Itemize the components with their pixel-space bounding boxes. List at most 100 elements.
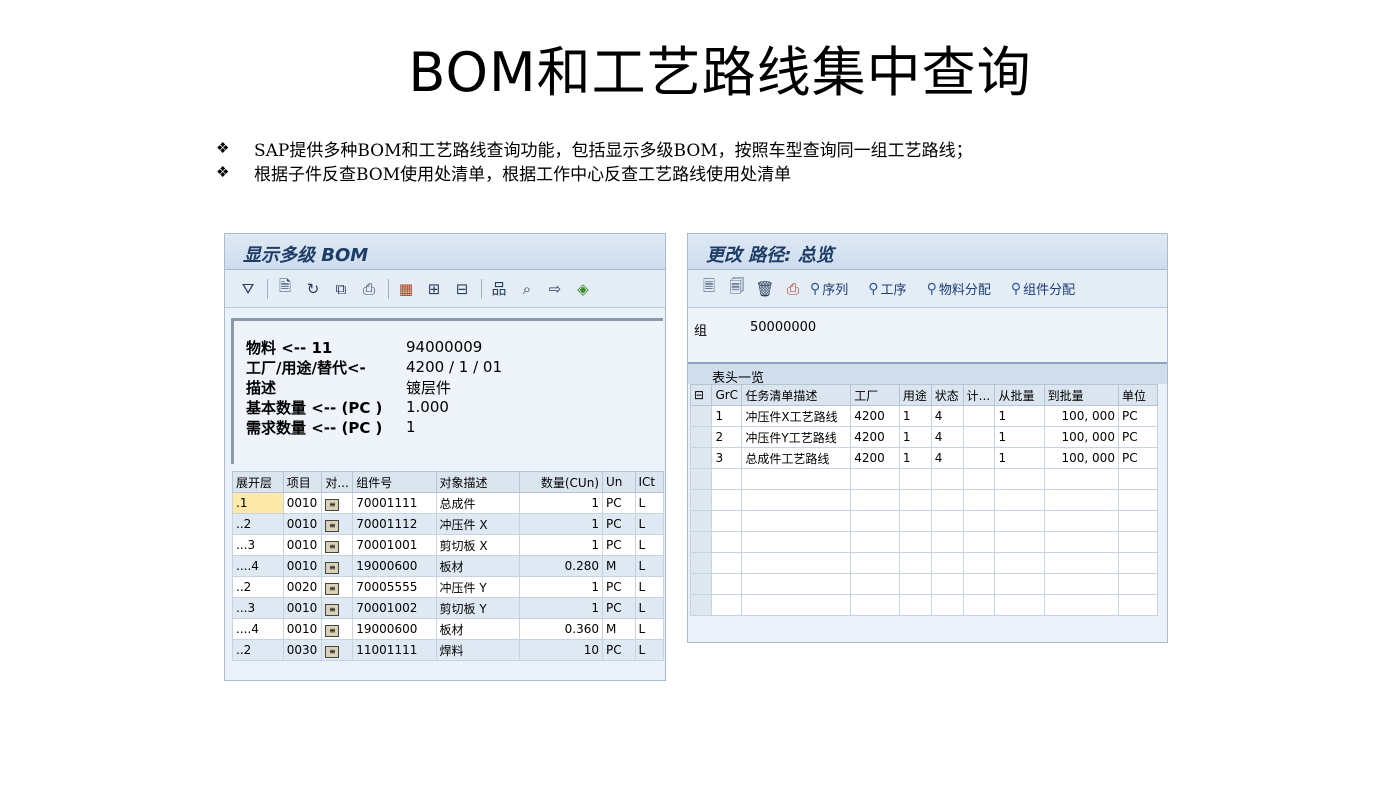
planner-cell[interactable] bbox=[962, 405, 996, 427]
empty-cell[interactable] bbox=[962, 510, 996, 532]
empty-cell[interactable] bbox=[741, 468, 852, 490]
row-selector[interactable] bbox=[689, 426, 713, 448]
empty-cell[interactable] bbox=[962, 594, 996, 616]
empty-cell[interactable] bbox=[994, 552, 1045, 574]
item-category-cell[interactable]: L bbox=[634, 639, 664, 661]
empty-cell[interactable] bbox=[711, 573, 743, 595]
component-cell[interactable]: 70001112 bbox=[352, 513, 437, 535]
component-cell[interactable]: 19000600 bbox=[352, 555, 437, 577]
empty-cell[interactable] bbox=[1117, 573, 1159, 595]
empty-cell[interactable] bbox=[711, 552, 743, 574]
item-category-cell[interactable]: L bbox=[634, 555, 664, 577]
empty-cell[interactable] bbox=[741, 489, 852, 511]
grid-remove-icon[interactable]: ⊟ bbox=[451, 278, 473, 300]
empty-cell[interactable] bbox=[711, 468, 743, 490]
hierarchy-icon[interactable]: 品 bbox=[488, 278, 510, 300]
quantity-cell[interactable]: 1 bbox=[518, 534, 604, 556]
unit-cell[interactable]: PC bbox=[602, 492, 636, 514]
table-row[interactable]: ..2 0030 ≡ 11001111 焊料 10 PC L bbox=[232, 639, 664, 661]
empty-cell[interactable] bbox=[850, 468, 900, 490]
status-cell[interactable]: 4 bbox=[930, 447, 964, 469]
object-type-cell[interactable]: ≡ bbox=[321, 534, 354, 556]
description-cell[interactable]: 总成件 bbox=[435, 492, 520, 514]
item-cell[interactable]: 0010 bbox=[282, 534, 323, 556]
column-header[interactable]: 项目 bbox=[282, 471, 323, 493]
column-header[interactable]: 从批量 bbox=[994, 384, 1045, 406]
row-selector[interactable] bbox=[689, 510, 713, 532]
level-cell[interactable]: ....4 bbox=[232, 618, 284, 640]
copy-icon[interactable]: ⧉ bbox=[330, 278, 352, 300]
sequence-button[interactable]: ⚲ 序列 bbox=[810, 279, 848, 299]
level-cell[interactable]: ..2 bbox=[232, 513, 284, 535]
empty-table-row[interactable] bbox=[689, 510, 1159, 532]
empty-cell[interactable] bbox=[1043, 594, 1119, 616]
empty-cell[interactable] bbox=[1043, 573, 1119, 595]
empty-cell[interactable] bbox=[850, 531, 900, 553]
column-header[interactable]: 单位 bbox=[1117, 384, 1159, 406]
empty-cell[interactable] bbox=[1043, 531, 1119, 553]
column-header[interactable]: Un bbox=[602, 471, 636, 493]
unit-cell[interactable]: PC bbox=[602, 513, 636, 535]
status-cell[interactable]: 4 bbox=[930, 426, 964, 448]
quantity-cell[interactable]: 1 bbox=[518, 492, 604, 514]
column-header[interactable]: 组件号 bbox=[352, 471, 437, 493]
item-cell[interactable]: 0010 bbox=[282, 597, 323, 619]
level-cell[interactable]: ...3 bbox=[232, 534, 284, 556]
unit-cell[interactable]: M bbox=[602, 618, 636, 640]
print-icon[interactable]: ⎙ bbox=[358, 278, 380, 300]
task-description-cell[interactable]: 冲压件X工艺路线 bbox=[741, 405, 852, 427]
empty-cell[interactable] bbox=[850, 552, 900, 574]
task-description-cell[interactable]: 冲压件Y工艺路线 bbox=[741, 426, 852, 448]
empty-cell[interactable] bbox=[962, 489, 996, 511]
unit-cell[interactable]: PC bbox=[602, 597, 636, 619]
export-icon[interactable]: ⇨ bbox=[544, 278, 566, 300]
unit-cell[interactable]: M bbox=[602, 555, 636, 577]
item-category-cell[interactable]: L bbox=[634, 618, 664, 640]
empty-cell[interactable] bbox=[898, 510, 932, 532]
empty-cell[interactable] bbox=[741, 531, 852, 553]
empty-cell[interactable] bbox=[930, 573, 964, 595]
quantity-cell[interactable]: 1 bbox=[518, 576, 604, 598]
row-selector[interactable] bbox=[689, 405, 713, 427]
unit-cell[interactable]: PC bbox=[602, 639, 636, 661]
column-header[interactable]: 展开层 bbox=[232, 471, 284, 493]
empty-cell[interactable] bbox=[994, 531, 1045, 553]
empty-table-row[interactable] bbox=[689, 594, 1159, 616]
level-cell[interactable]: ..2 bbox=[232, 639, 284, 661]
group-counter-cell[interactable]: 1 bbox=[711, 405, 743, 427]
diamond-icon[interactable]: ◈ bbox=[572, 278, 594, 300]
item-cell[interactable]: 0010 bbox=[282, 492, 323, 514]
table-row[interactable]: ....4 0010 ≡ 19000600 板材 0.280 M L bbox=[232, 555, 664, 577]
object-type-cell[interactable]: ≡ bbox=[321, 555, 354, 577]
table-row[interactable]: ...3 0010 ≡ 70001001 剪切板 X 1 PC L bbox=[232, 534, 664, 556]
empty-cell[interactable] bbox=[711, 531, 743, 553]
empty-cell[interactable] bbox=[930, 510, 964, 532]
level-cell[interactable]: ..2 bbox=[232, 576, 284, 598]
empty-cell[interactable] bbox=[898, 573, 932, 595]
filter-icon[interactable]: ⛛ bbox=[237, 278, 259, 300]
object-type-cell[interactable]: ≡ bbox=[321, 513, 354, 535]
item-category-cell[interactable]: L bbox=[634, 492, 664, 514]
empty-cell[interactable] bbox=[930, 594, 964, 616]
empty-cell[interactable] bbox=[741, 594, 852, 616]
component-assignment-button[interactable]: ⚲ 组件分配 bbox=[1011, 279, 1075, 299]
empty-cell[interactable] bbox=[1117, 594, 1159, 616]
empty-cell[interactable] bbox=[930, 468, 964, 490]
table-row[interactable]: 2 冲压件Y工艺路线 4200 1 4 1 100, 000 PC bbox=[689, 426, 1159, 448]
empty-cell[interactable] bbox=[711, 489, 743, 511]
select-all-icon[interactable]: ⊟ bbox=[689, 384, 713, 406]
component-cell[interactable]: 19000600 bbox=[352, 618, 437, 640]
item-category-cell[interactable]: L bbox=[634, 597, 664, 619]
row-selector[interactable] bbox=[689, 573, 713, 595]
quantity-cell[interactable]: 1 bbox=[518, 597, 604, 619]
object-type-cell[interactable]: ≡ bbox=[321, 576, 354, 598]
grid-icon[interactable]: ▦ bbox=[395, 278, 417, 300]
empty-cell[interactable] bbox=[1043, 489, 1119, 511]
row-selector[interactable] bbox=[689, 489, 713, 511]
component-cell[interactable]: 70001002 bbox=[352, 597, 437, 619]
usage-cell[interactable]: 1 bbox=[898, 405, 932, 427]
column-header[interactable]: 任务清单描述 bbox=[741, 384, 852, 406]
empty-cell[interactable] bbox=[898, 594, 932, 616]
description-cell[interactable]: 剪切板 Y bbox=[435, 597, 520, 619]
from-lot-cell[interactable]: 1 bbox=[994, 447, 1045, 469]
